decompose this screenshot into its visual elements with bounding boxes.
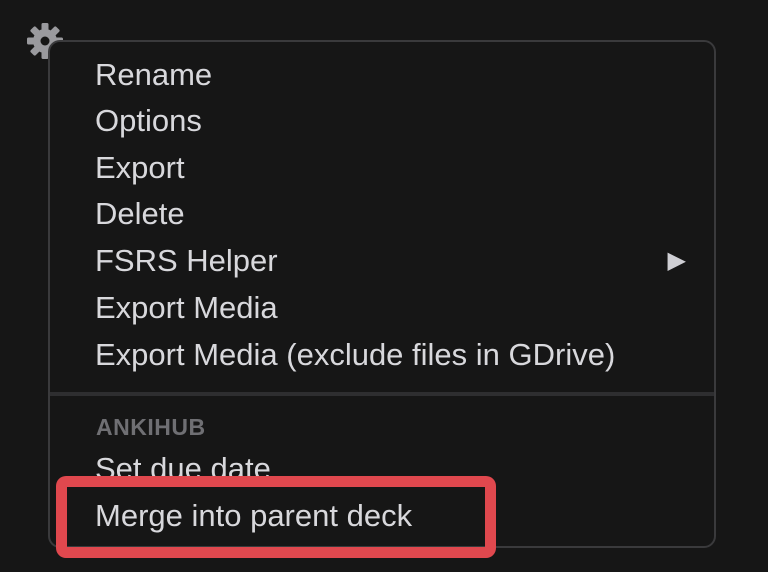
menu-item-export[interactable]: Export (95, 145, 185, 191)
section-header-ankihub: ANKIHUB (96, 414, 206, 440)
menu-item-label: Export Media (exclude files in GDrive) (95, 337, 616, 372)
menu-item-delete[interactable]: Delete (95, 191, 185, 237)
menu-item-export-media-exclude-gdrive[interactable]: Export Media (exclude files in GDrive) (95, 332, 615, 378)
menu-item-set-due-date[interactable]: Set due date (95, 446, 271, 492)
menu-item-label: Rename (95, 57, 213, 92)
menu-item-label: Export (95, 150, 185, 185)
menu-item-label: Delete (95, 196, 185, 231)
menu-separator (50, 392, 714, 396)
menu-item-label: Export Media (95, 290, 278, 325)
menu-item-export-media[interactable]: Export Media (95, 285, 278, 331)
triangle-right-icon: ▶ (667, 247, 686, 274)
app-window: Rename Options Export Delete FSRS Helper… (0, 0, 768, 572)
context-menu: Rename Options Export Delete FSRS Helper… (48, 40, 716, 548)
menu-item-label: Merge into parent deck (95, 498, 413, 533)
menu-item-options[interactable]: Options (95, 98, 202, 144)
menu-item-fsrs-helper[interactable]: FSRS Helper (95, 238, 714, 284)
menu-item-label: Set due date (95, 451, 271, 486)
menu-item-merge-into-parent-deck[interactable]: Merge into parent deck (95, 493, 412, 539)
menu-item-label: Options (95, 103, 202, 138)
menu-item-label: FSRS Helper (95, 243, 278, 278)
menu-item-rename[interactable]: Rename (95, 52, 212, 98)
